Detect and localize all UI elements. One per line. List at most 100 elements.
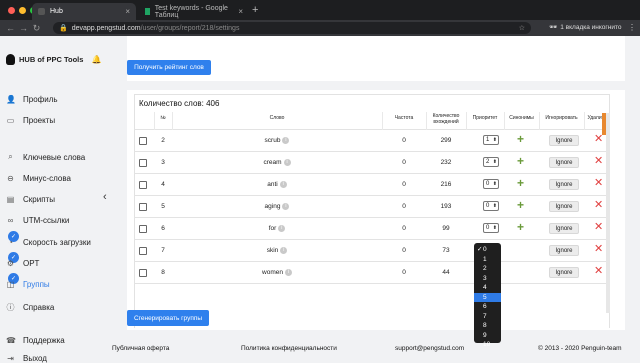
penguin-logo-icon: [6, 54, 15, 65]
ignore-button[interactable]: Ignore: [549, 179, 579, 190]
sidebar-item-label: Выход: [23, 354, 47, 363]
brand[interactable]: HUB of PPC Tools 🔔: [6, 54, 101, 65]
sidebar-item-label: Ключевые слова: [23, 152, 86, 162]
tab-google-sheets[interactable]: Test keywords - Google Таблиц ×: [139, 3, 249, 20]
add-synonym-icon[interactable]: +: [517, 220, 524, 234]
add-synonym-icon[interactable]: +: [517, 176, 524, 190]
priority-dropdown-menu[interactable]: ✓ 0 1 2 3 4 5 6 7 8 9 10: [474, 243, 501, 348]
sidebar-item-keywords[interactable]: ⌕ Ключевые слова: [6, 152, 85, 162]
sidebar-item-profile[interactable]: 👤 Профиль: [6, 95, 58, 104]
footer-policy-link[interactable]: Политика конфиденциальности: [241, 345, 337, 352]
delete-icon[interactable]: ✕: [594, 242, 603, 255]
sidebar-item-label: OPT: [23, 259, 40, 268]
tab-hub[interactable]: Hub ×: [32, 3, 136, 20]
dropdown-option[interactable]: 8: [474, 321, 501, 331]
ignore-button[interactable]: Ignore: [549, 245, 579, 256]
close-window-icon[interactable]: [8, 7, 15, 14]
footer-email-link[interactable]: support@pengstud.com: [395, 345, 464, 352]
sidebar-item-scripts[interactable]: ▤ Скрипты: [6, 195, 55, 204]
sidebar-item-utm[interactable]: ∞ UTM-ссылки: [6, 216, 70, 225]
priority-select[interactable]: 0 ⬍: [483, 223, 499, 233]
row-number: 3: [161, 159, 165, 166]
star-icon[interactable]: ☆: [519, 24, 525, 32]
forward-icon[interactable]: →: [17, 23, 30, 33]
new-tab-button[interactable]: +: [252, 4, 258, 16]
priority-select[interactable]: 0 ⬍: [483, 179, 499, 189]
sidebar-item-speed[interactable]: ◔ Скорость загрузки: [6, 238, 91, 247]
delete-icon[interactable]: ✕: [594, 220, 603, 233]
priority-value: 0: [486, 203, 490, 209]
sidebar-item-projects[interactable]: ▭ Проекты: [6, 116, 55, 125]
reload-icon[interactable]: ↻: [30, 23, 43, 34]
sidebar-item-minus-words[interactable]: ⊖ Минус-слова: [6, 174, 71, 183]
address-bar-row: ← → ↻ 🔒 devapp.pengstud.com/user/groups/…: [0, 20, 640, 36]
delete-icon[interactable]: ✕: [594, 198, 603, 211]
footer-offer-link[interactable]: Публичная оферта: [112, 345, 169, 352]
sidebar-item-support[interactable]: ☎ Поддержка: [6, 336, 65, 345]
sidebar-item-opt[interactable]: ⚙ OPT: [6, 259, 40, 268]
brand-name: HUB of PPC Tools: [19, 55, 84, 64]
dropdown-option[interactable]: 10: [474, 340, 501, 350]
ignore-button[interactable]: Ignore: [549, 135, 579, 146]
ignore-button[interactable]: Ignore: [549, 267, 579, 278]
dropdown-option[interactable]: 3: [474, 274, 501, 284]
priority-select[interactable]: 2 ⬍: [483, 157, 499, 167]
sidebar-item-logout[interactable]: ⇥ Выход: [6, 354, 47, 363]
minimize-window-icon[interactable]: [19, 7, 26, 14]
dropdown-option[interactable]: 4: [474, 283, 501, 293]
add-synonym-icon[interactable]: +: [517, 132, 524, 146]
dropdown-option[interactable]: 1: [474, 255, 501, 265]
collapse-sidebar-icon[interactable]: ‹: [103, 191, 107, 203]
dropdown-option[interactable]: ✓ 0: [474, 245, 501, 255]
info-icon[interactable]: i: [280, 247, 288, 254]
row-checkbox[interactable]: [139, 269, 147, 277]
row-checkbox[interactable]: [139, 181, 147, 189]
ignore-button[interactable]: Ignore: [549, 201, 579, 212]
dropdown-option-highlighted[interactable]: 5: [474, 292, 501, 302]
ignore-button[interactable]: Ignore: [549, 157, 579, 168]
get-word-rating-button[interactable]: Получить рейтинг слов: [127, 60, 211, 75]
link-icon: ∞: [7, 216, 14, 225]
row-checkbox[interactable]: [139, 225, 147, 233]
delete-icon[interactable]: ✕: [594, 154, 603, 167]
bell-icon[interactable]: 🔔: [91, 55, 101, 64]
delete-icon[interactable]: ✕: [594, 264, 603, 277]
dropdown-option[interactable]: 6: [474, 302, 501, 312]
url-field[interactable]: 🔒 devapp.pengstud.com/user/groups/report…: [53, 22, 531, 34]
info-icon[interactable]: i: [282, 203, 290, 210]
word-text: scrub: [264, 137, 281, 145]
info-icon[interactable]: i: [283, 159, 291, 166]
sidebar-item-groups[interactable]: ◫ Группы: [6, 280, 50, 289]
delete-icon[interactable]: ✕: [594, 176, 603, 189]
info-icon[interactable]: i: [282, 137, 290, 144]
priority-select[interactable]: 1 ⬍: [483, 135, 499, 145]
table-scrollbar[interactable]: [606, 113, 610, 313]
dropdown-option[interactable]: 7: [474, 312, 501, 322]
ignore-button[interactable]: Ignore: [549, 223, 579, 234]
tab-close-icon[interactable]: ×: [125, 7, 130, 16]
chevron-updown-icon: ⬍: [492, 137, 497, 143]
info-icon[interactable]: i: [279, 181, 287, 188]
incognito-indicator[interactable]: 🕶 1 вкладка инкогнито: [549, 23, 622, 32]
browser-menu-icon[interactable]: ⋮: [628, 23, 636, 32]
add-synonym-icon[interactable]: +: [517, 198, 524, 212]
column-number: №: [160, 115, 166, 121]
info-icon[interactable]: i: [278, 225, 286, 232]
url-host: devapp.pengstud.com: [71, 24, 141, 32]
dropdown-option[interactable]: 2: [474, 264, 501, 274]
sidebar-item-help[interactable]: ⓘ Справка: [6, 302, 55, 313]
row-checkbox[interactable]: [139, 159, 147, 167]
row-checkbox[interactable]: [139, 247, 147, 255]
info-icon[interactable]: i: [284, 269, 292, 276]
tab-close-icon[interactable]: ×: [238, 7, 243, 16]
row-checkbox[interactable]: [139, 203, 147, 211]
row-word: anti i: [172, 181, 382, 188]
sidebar-item-label: Скорость загрузки: [23, 238, 91, 247]
back-icon[interactable]: ←: [4, 23, 17, 33]
add-synonym-icon[interactable]: +: [517, 154, 524, 168]
generate-groups-button[interactable]: Сгенерировать группы: [127, 310, 209, 326]
sidebar: HUB of PPC Tools 🔔 👤 Профиль ▭ Проекты ⌕ Кл…: [0, 36, 112, 363]
dropdown-option[interactable]: 9: [474, 331, 501, 341]
row-checkbox[interactable]: [139, 137, 147, 145]
priority-select[interactable]: 0 ⬍: [483, 201, 499, 211]
